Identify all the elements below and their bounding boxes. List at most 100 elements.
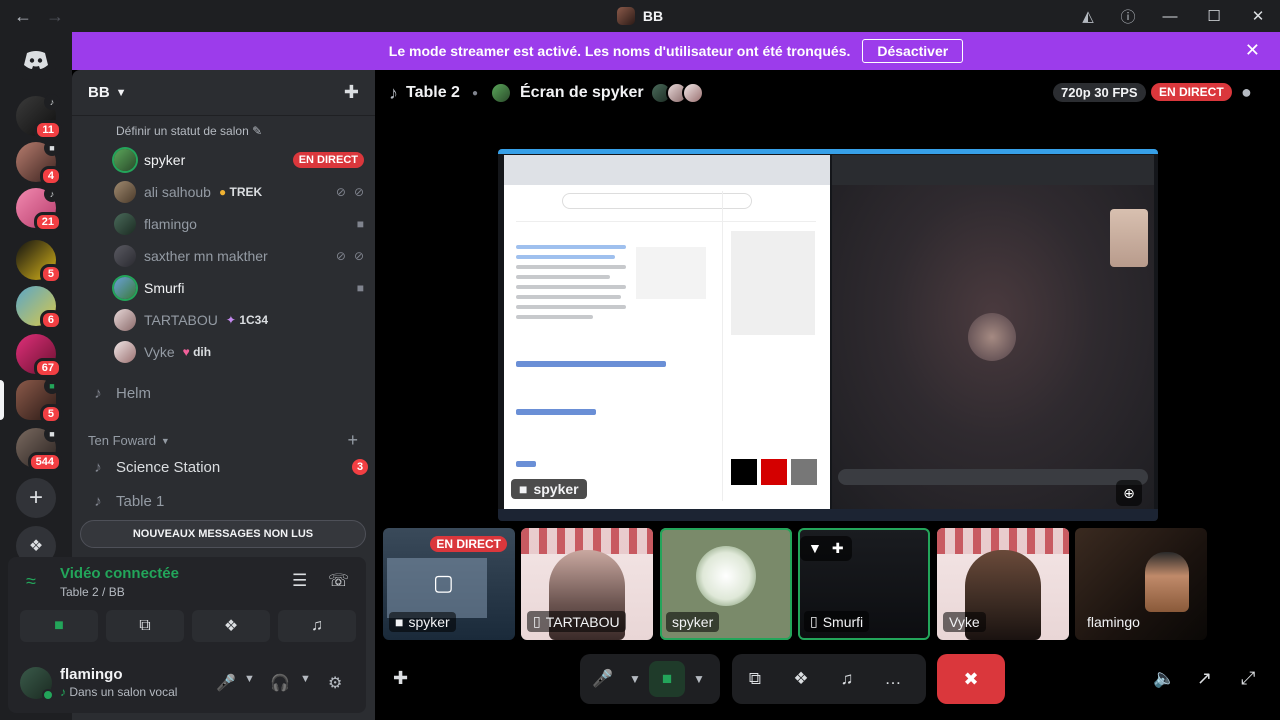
category-ten-foward[interactable]: Ten Foward ▼ + (88, 430, 358, 451)
participant-tile[interactable]: spyker (660, 528, 792, 640)
stream-top-bar (498, 149, 1158, 154)
server-icon[interactable]: 67 (16, 334, 62, 378)
voice-member[interactable]: Vyke ♥ dih (114, 338, 364, 366)
speaker-icon: ♪ (44, 186, 60, 202)
speaker-icon: ♪ (94, 458, 102, 476)
soundboard-button[interactable]: ♫ (829, 661, 865, 697)
clan-tag: ♥ dih (182, 345, 212, 359)
viewer-avatars[interactable] (649, 82, 704, 104)
mention-badge: 5 (39, 264, 62, 284)
inbox-icon[interactable]: ◭ (1068, 7, 1108, 25)
close-icon[interactable]: ✕ (1245, 40, 1260, 61)
signal-icon[interactable]: ≈ (26, 571, 36, 592)
settings-gear-icon[interactable]: ⚙ (328, 673, 342, 693)
connection-status[interactable]: Vidéo connectée (60, 565, 179, 582)
minimize-button[interactable]: — (1148, 8, 1192, 25)
microphone-icon[interactable]: 🎤 (216, 673, 236, 693)
leave-call-button[interactable]: ✖ (937, 654, 1005, 704)
streamer-mode-banner: Le mode streamer est activé. Les noms d'… (72, 32, 1280, 70)
voice-channel-science-station[interactable]: ♪ Science Station 3 (88, 452, 368, 482)
server-icon[interactable]: ■ 5 (16, 378, 62, 424)
tile-label: ■ spyker (389, 612, 456, 632)
phone-icon: ▯ (810, 613, 818, 629)
disconnect-icon[interactable]: ☏ (328, 571, 349, 591)
fullscreen-icon[interactable]: ⤢ (1241, 668, 1255, 689)
maximize-button[interactable]: ☐ (1192, 7, 1236, 25)
activities-button[interactable]: ❖ (783, 661, 819, 697)
headphones-icon[interactable]: 🎧 (270, 673, 290, 693)
help-icon[interactable]: ⓘ (1108, 6, 1148, 27)
activity-controls: ⧉ ❖ ♫ … (732, 654, 926, 704)
more-options-button[interactable]: … (875, 661, 911, 697)
server-icon[interactable]: 6 (16, 286, 62, 330)
voice-member[interactable]: Smurfi ■ (114, 274, 364, 302)
invite-to-voice-icon[interactable]: ✚ (393, 668, 408, 689)
new-unread-messages-button[interactable]: NOUVEAUX MESSAGES NON LUS (80, 520, 366, 548)
add-friend-icon[interactable]: ✚ (832, 540, 844, 557)
chevron-down-icon: ▼ (693, 672, 705, 686)
live-badge: EN DIRECT (292, 152, 364, 168)
voice-member[interactable]: TARTABOU ✦ 1C34 (114, 306, 364, 334)
participant-tile[interactable]: EN DIRECT ▢ ■ spyker (383, 528, 515, 640)
mention-badge: 5 (39, 404, 62, 424)
participant-tile[interactable]: flamingo (1075, 528, 1207, 640)
participant-tile[interactable]: Vyke (937, 528, 1069, 640)
avatar (681, 82, 704, 104)
participant-tile[interactable]: ▼ ✚ ▯ Smurfi (798, 528, 930, 640)
online-status-icon (42, 689, 54, 701)
zoom-icon[interactable]: ⊕ (1116, 480, 1142, 506)
chevron-down-icon[interactable]: ▼ (244, 673, 255, 685)
chat-icon[interactable]: ● (1241, 82, 1252, 103)
server-icon[interactable]: ■ 544 (16, 426, 62, 472)
create-channel-icon[interactable]: + (347, 430, 358, 451)
set-channel-status[interactable]: Définir un statut de salon ✎ (116, 124, 262, 138)
arrow-right-icon[interactable]: → (46, 6, 64, 27)
camera-button[interactable]: ■ (649, 661, 685, 697)
result-link (516, 461, 536, 467)
screen-share-video[interactable] (498, 149, 1158, 521)
username[interactable]: flamingo (60, 666, 123, 683)
mention-badge: 11 (34, 120, 62, 140)
server-icon[interactable]: ■ 4 (16, 140, 62, 186)
disable-streamer-mode-button[interactable]: Désactiver (862, 39, 964, 63)
share-screen-button[interactable]: ⧉ (106, 610, 184, 642)
add-server-button[interactable]: + (16, 478, 56, 518)
soundboard-button[interactable]: ♫ (278, 610, 356, 642)
chevron-down-icon[interactable]: ▼ (808, 540, 822, 557)
voice-channel-table-1[interactable]: ♪ Table 1 (88, 486, 368, 516)
voice-channel-helm[interactable]: ♪ Helm (88, 378, 368, 408)
voice-member[interactable]: flamingo ■ (114, 210, 364, 238)
mic-muted-icon: ⊘ (335, 185, 346, 199)
active-server-indicator (0, 380, 4, 420)
close-window-button[interactable]: ✕ (1236, 7, 1280, 25)
share-screen-button[interactable]: ⧉ (737, 661, 773, 697)
server-icon[interactable]: ♪ 21 (16, 186, 62, 232)
clan-tag-icon: ✦ (225, 313, 236, 327)
server-icon (616, 7, 635, 25)
camera-button[interactable]: ■ (20, 610, 98, 642)
server-icon[interactable]: ♪ 11 (16, 94, 62, 140)
pop-out-icon[interactable]: ↗ (1197, 668, 1212, 689)
discord-home-button[interactable] (16, 40, 56, 80)
voice-member[interactable]: spyker EN DIRECT (114, 146, 364, 174)
voice-member[interactable]: ali salhoub ● TREK ⊘ ⊘ (114, 178, 364, 206)
tile-controls[interactable]: ▼ ✚ (800, 536, 852, 561)
volume-icon[interactable]: 🔈 (1153, 668, 1175, 689)
invite-people-icon[interactable]: ✚ (344, 82, 359, 103)
avatar (114, 277, 136, 299)
channel-name: Table 2 (406, 84, 460, 101)
participant-tile[interactable]: ▯ TARTABOU (521, 528, 653, 640)
server-icon[interactable]: 5 (16, 240, 62, 284)
camera-options-button[interactable]: ▼ (690, 661, 708, 697)
noise-suppression-icon[interactable]: ☰ (292, 571, 307, 591)
shared-browser-window (504, 155, 830, 509)
arrow-left-icon[interactable]: ← (14, 6, 32, 27)
guild-header[interactable]: BB ▼ ✚ (72, 70, 375, 116)
connection-channel[interactable]: Table 2 / BB (60, 585, 125, 599)
mic-options-button[interactable]: ▼ (626, 661, 644, 697)
voice-member[interactable]: saxther mn makther ⊘ ⊘ (114, 242, 364, 270)
chevron-down-icon[interactable]: ▼ (300, 673, 311, 685)
activities-button[interactable]: ❖ (192, 610, 270, 642)
microphone-button[interactable]: 🎤 (585, 661, 621, 697)
tile-label: spyker (666, 612, 720, 632)
